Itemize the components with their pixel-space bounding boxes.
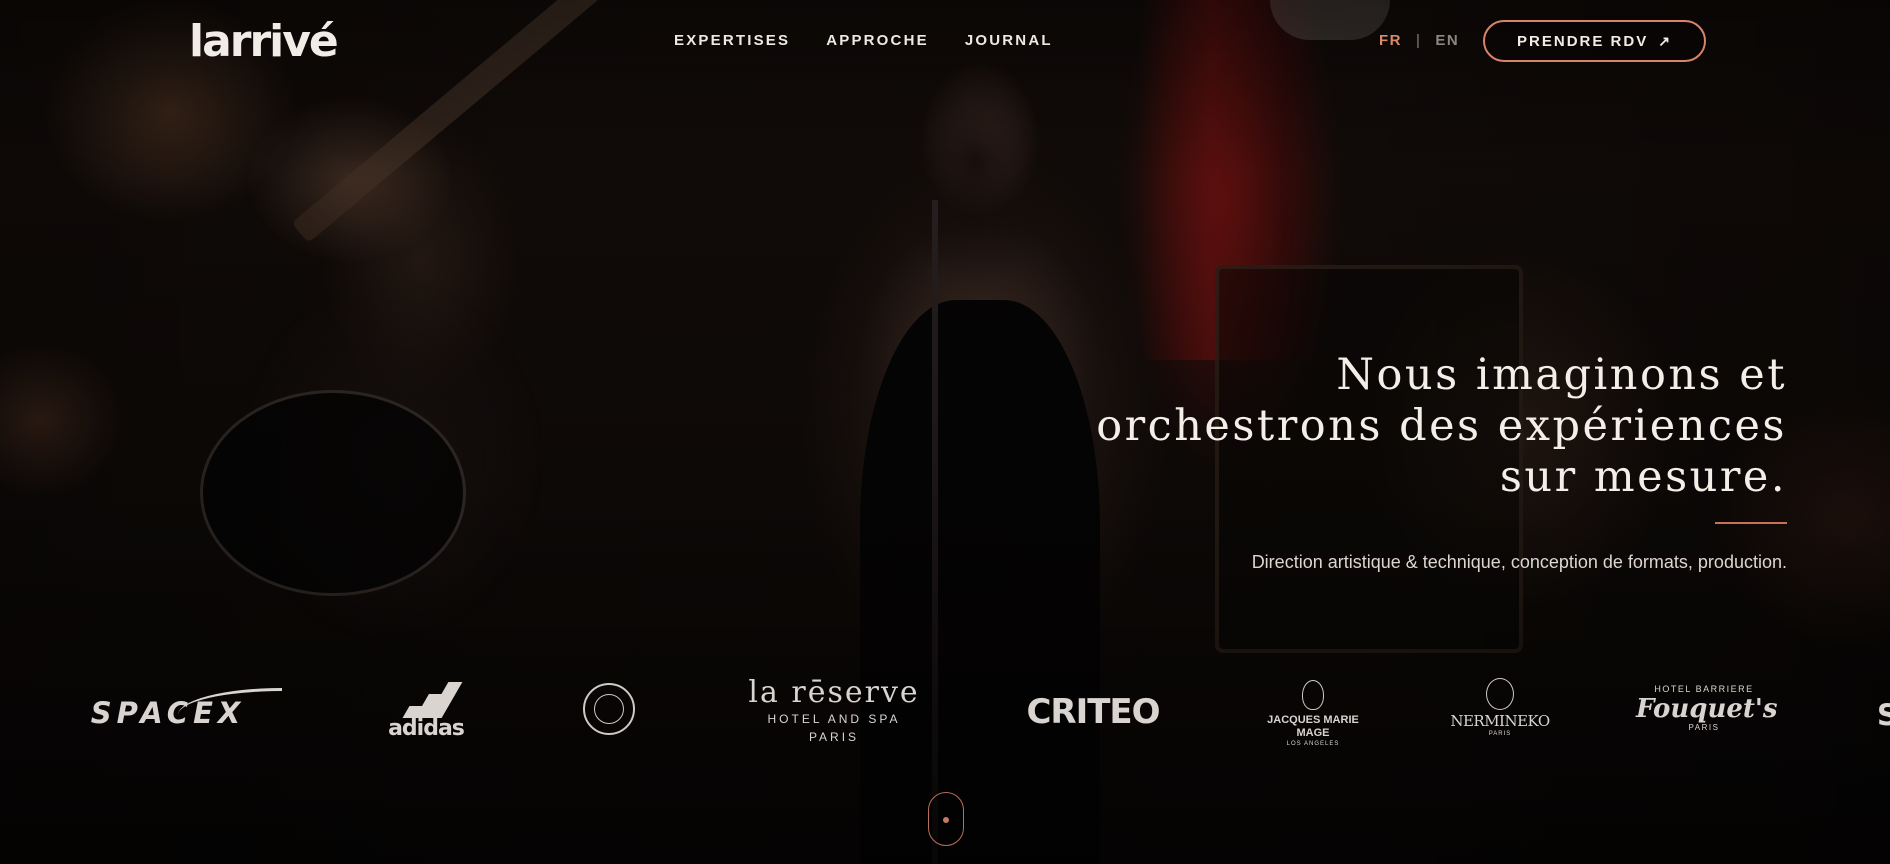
nermineko-logo-text: NERMINEKO xyxy=(1450,712,1550,730)
jmm-logo-text: JACQUES MARIE MAGE xyxy=(1267,714,1359,739)
book-appointment-label: PRENDRE RDV xyxy=(1517,32,1649,50)
adidas-logo: adidas xyxy=(380,680,472,742)
spacex-swoosh-icon xyxy=(178,688,282,715)
nav-item-expertises[interactable]: EXPERTISES xyxy=(674,30,790,52)
jmm-city: LOS ANGELES xyxy=(1286,741,1340,747)
la-reserve-logo: la rēserve HOTEL AND SPA PARIS xyxy=(744,676,924,746)
headline-divider xyxy=(1715,522,1787,524)
hero-subline: Direction artistique & technique, concep… xyxy=(1251,552,1787,572)
fouquets-logo: HOTEL BARRIERE Fouquet's PARIS xyxy=(1636,684,1778,733)
la-reserve-logo-text: la rēserve xyxy=(748,675,920,710)
hero-headline-line: Nous imaginons et xyxy=(1336,350,1787,400)
hero-section: larrivé EXPERTISES APPROCHE JOURNAL FR |… xyxy=(0,0,1890,864)
arrow-up-right-icon: ↗ xyxy=(1658,32,1672,49)
criteo-logo: CRITEO xyxy=(1026,692,1160,732)
jmm-crest-icon xyxy=(1302,680,1324,710)
hero-headline-line: sur mesure. xyxy=(1499,452,1787,502)
adidas-logo-text: adidas xyxy=(388,716,465,741)
main-nav: EXPERTISES APPROCHE JOURNAL xyxy=(674,30,1053,52)
lang-en-link[interactable]: EN xyxy=(1435,30,1459,52)
fouquets-city: PARIS xyxy=(1688,723,1720,732)
mouse-scroll-icon[interactable] xyxy=(928,792,964,846)
client-logos-strip: SPACEX adidas la rēserve HOTEL AND SPA P… xyxy=(0,676,1890,766)
nav-item-approche[interactable]: APPROCHE xyxy=(826,30,929,52)
nermineko-logo: NERMINEKO PARIS xyxy=(1448,678,1552,738)
hero-headline-line: orchestrons des expériences xyxy=(1096,401,1787,451)
book-appointment-button[interactable]: PRENDRE RDV ↗ xyxy=(1483,20,1706,62)
language-switcher: FR | EN xyxy=(1379,30,1459,52)
adidas-stripes-icon xyxy=(402,680,463,718)
nermineko-city: PARIS xyxy=(1488,731,1512,737)
jacques-marie-mage-logo: JACQUES MARIE MAGE LOS ANGELES xyxy=(1258,680,1368,748)
lang-fr-link[interactable]: FR xyxy=(1379,30,1402,52)
lang-separator: | xyxy=(1416,32,1422,49)
scroll-dot xyxy=(943,817,949,823)
partial-logo: S xyxy=(1877,698,1890,732)
la-reserve-subtitle: HOTEL AND SPA xyxy=(767,712,901,726)
la-reserve-city: PARIS xyxy=(808,730,860,744)
nav-item-journal[interactable]: JOURNAL xyxy=(965,30,1053,52)
site-header: larrivé EXPERTISES APPROCHE JOURNAL FR |… xyxy=(0,0,1890,84)
nermineko-crest-icon xyxy=(1486,678,1514,710)
fouquets-logo-text: Fouquet's xyxy=(1636,694,1778,724)
hero-headline: Nous imaginons et orchestrons des expéri… xyxy=(1027,350,1787,503)
seal-logo-icon xyxy=(583,683,635,735)
site-logo[interactable]: larrivé xyxy=(189,14,339,70)
